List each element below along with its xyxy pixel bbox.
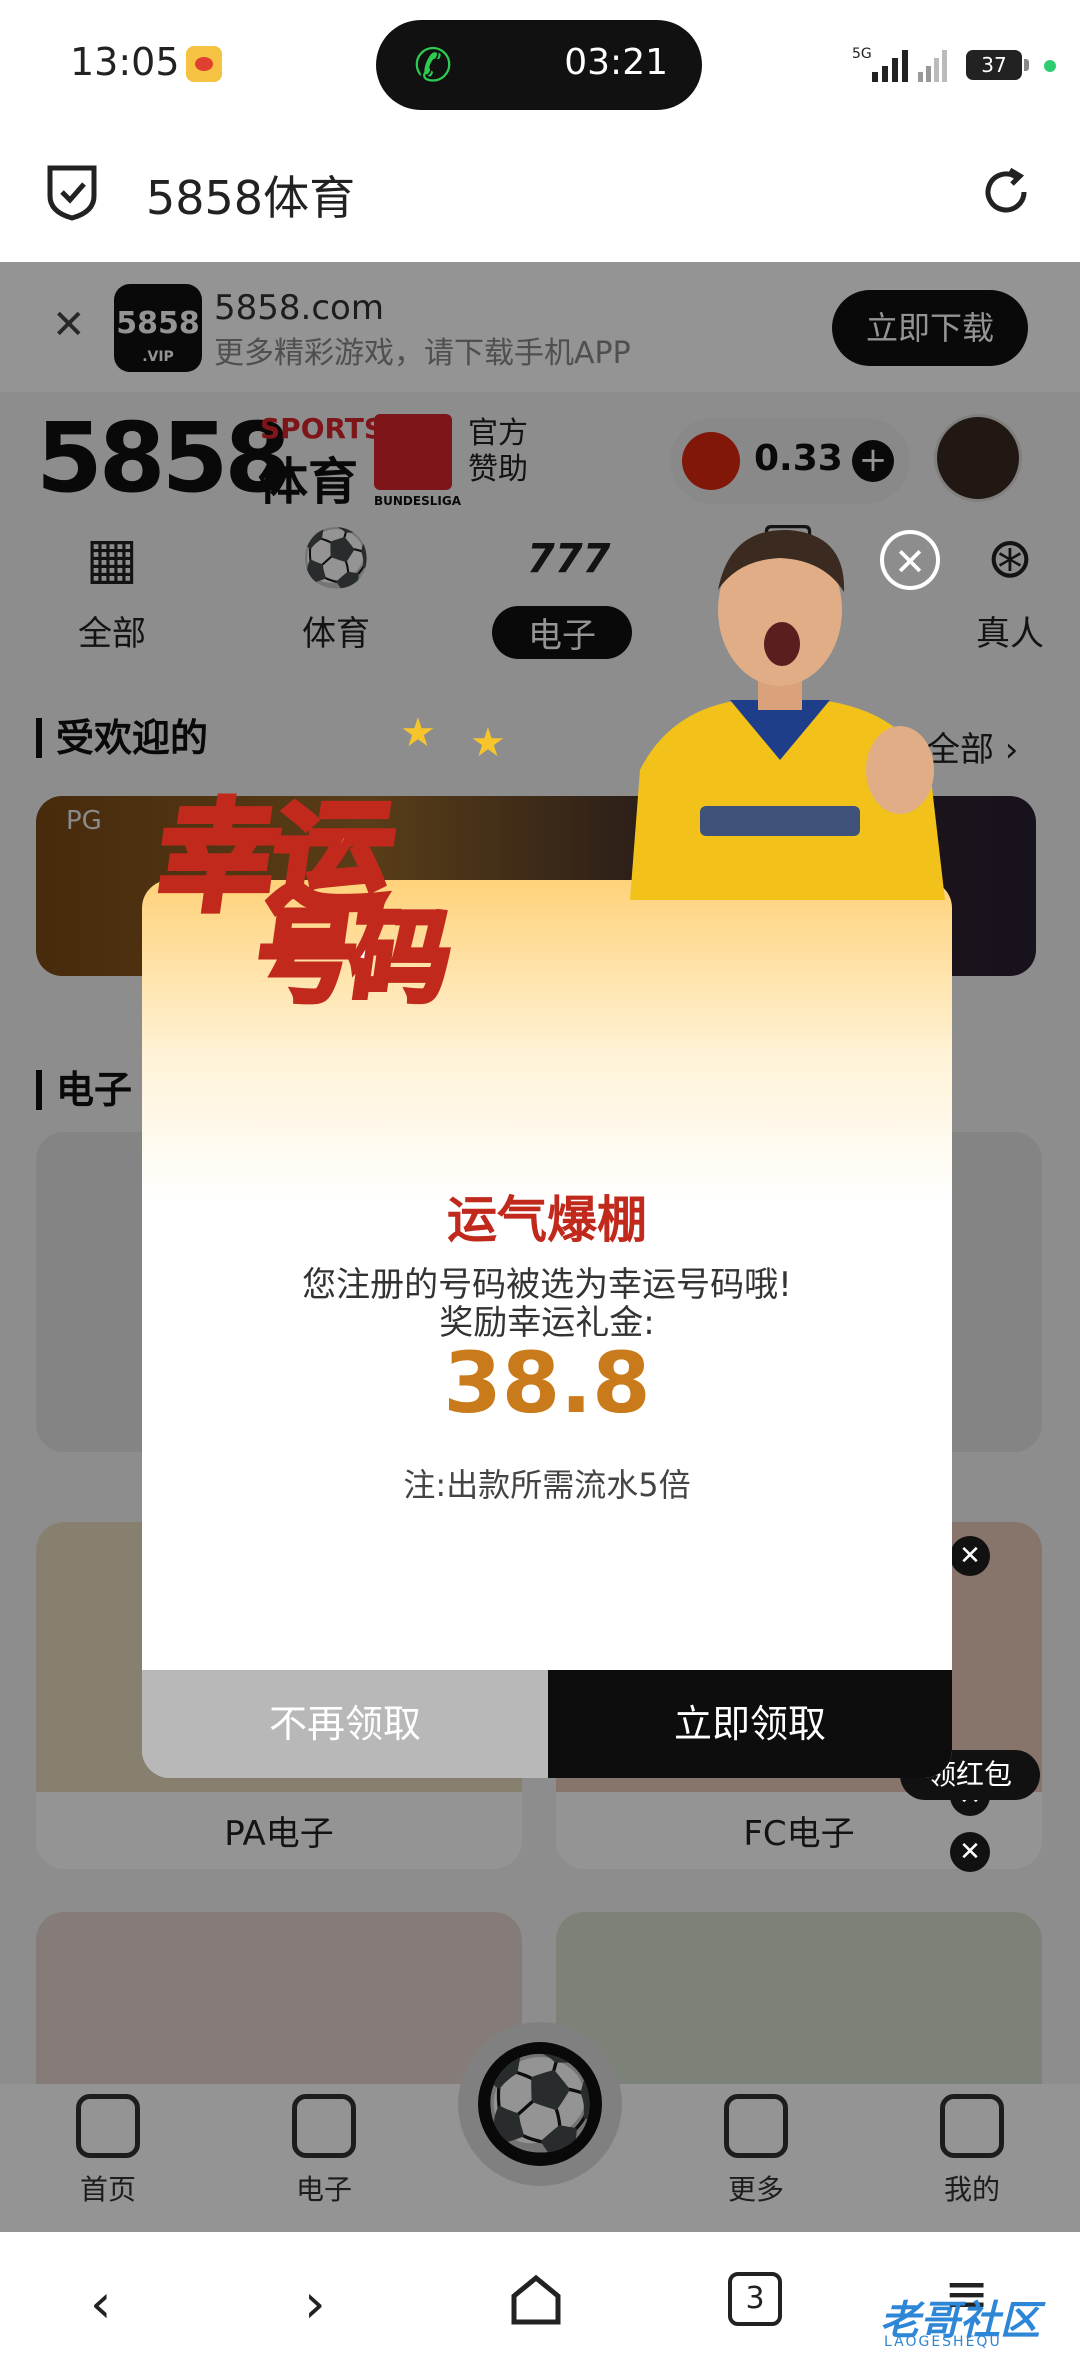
page-title[interactable]: 5858体育 bbox=[146, 162, 355, 228]
star-icon: ★ bbox=[470, 720, 506, 766]
claim-button[interactable]: 立即领取 bbox=[548, 1670, 952, 1778]
shield-check-icon[interactable] bbox=[44, 162, 100, 222]
popup-title: 运气爆棚 bbox=[447, 1191, 647, 1249]
forward-icon[interactable]: › bbox=[304, 2272, 326, 2335]
lucky-number-art: ★ ★ 幸运 号码 bbox=[130, 710, 560, 1030]
close-icon[interactable]: ✕ bbox=[950, 1832, 990, 1872]
close-icon[interactable]: ✕ bbox=[950, 1536, 990, 1576]
battery-icon: 37 bbox=[966, 50, 1029, 80]
ongoing-call-pill[interactable]: ✆ 03:21 bbox=[376, 20, 702, 110]
popup-message-line1: 您注册的号码被选为幸运号码哦! bbox=[302, 1265, 792, 1305]
decline-button[interactable]: 不再领取 bbox=[142, 1670, 548, 1778]
svg-text:5G: 5G bbox=[852, 46, 872, 62]
home-icon[interactable] bbox=[508, 2272, 564, 2328]
lucky-art-line2: 号码 bbox=[246, 896, 456, 1019]
popup-message: 您注册的号码被选为幸运号码哦! 奖励幸运礼金: bbox=[142, 1266, 952, 1342]
close-icon[interactable]: ✕ bbox=[880, 530, 940, 590]
tabs-count-button[interactable]: 3 bbox=[728, 2272, 782, 2326]
signal-icon: 5G bbox=[852, 46, 947, 82]
watermark-logo: 老哥社区 LAOGESHEQU bbox=[840, 2280, 1070, 2360]
reload-icon[interactable] bbox=[978, 162, 1034, 222]
privacy-dot bbox=[1044, 60, 1056, 72]
phone-icon: ✆ bbox=[413, 38, 453, 92]
call-duration: 03:21 bbox=[564, 42, 668, 83]
star-icon: ★ bbox=[400, 710, 436, 756]
popup-amount: 38.8 bbox=[443, 1334, 651, 1432]
watermark-sub: LAOGESHEQU bbox=[884, 2334, 1002, 2350]
status-time: 13:05 bbox=[70, 40, 180, 84]
status-bar: 13:05 ✆ 03:21 5G 37 bbox=[0, 0, 1080, 130]
weibo-notification-icon bbox=[186, 46, 222, 82]
popup-note: 注:出款所需流水5倍 bbox=[403, 1466, 691, 1504]
back-icon[interactable]: ‹ bbox=[90, 2272, 112, 2335]
